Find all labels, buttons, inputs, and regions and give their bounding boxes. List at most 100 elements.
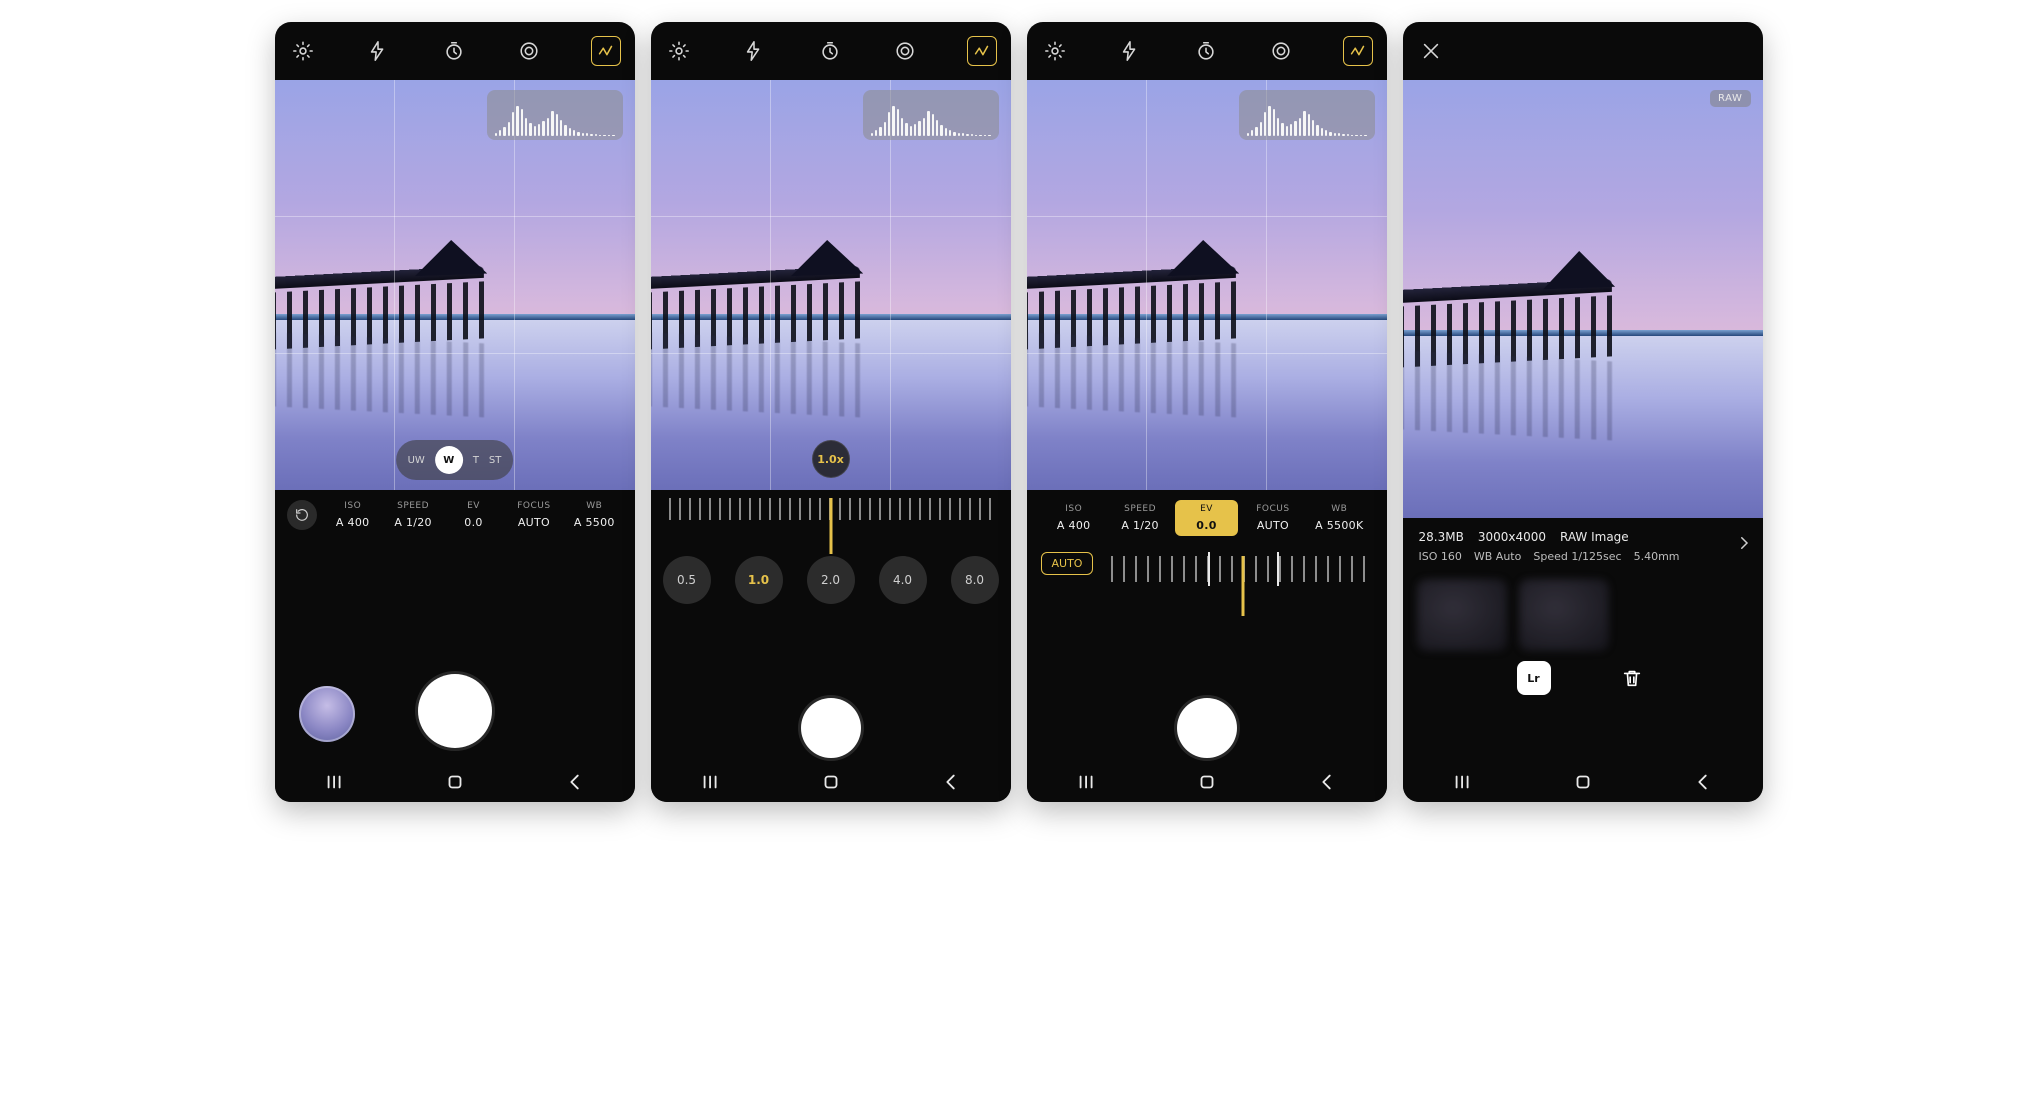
metering-icon[interactable] [515, 37, 543, 65]
home-icon[interactable] [1570, 769, 1596, 795]
viewfinder[interactable]: UW W T ST [275, 80, 635, 490]
recents-icon[interactable] [1074, 769, 1100, 795]
home-icon[interactable] [818, 769, 844, 795]
settings-gear-icon[interactable] [289, 37, 317, 65]
back-icon[interactable] [562, 769, 588, 795]
viewfinder[interactable]: 1.0x [651, 80, 1011, 490]
wb-readout[interactable]: WBA 5500 [566, 501, 622, 529]
histogram-toggle-icon[interactable] [1343, 36, 1373, 66]
image-type: RAW Image [1560, 530, 1629, 544]
zoom-8.0[interactable]: 8.0 [951, 556, 999, 604]
zoom-4.0[interactable]: 4.0 [879, 556, 927, 604]
reset-icon[interactable] [287, 500, 317, 530]
focus-readout[interactable]: FOCUSAUTO [1242, 504, 1304, 532]
home-icon[interactable] [442, 769, 468, 795]
viewfinder[interactable] [1027, 80, 1387, 490]
iso-readout[interactable]: ISOA 400 [1043, 504, 1105, 532]
zoom-needle[interactable] [829, 498, 832, 554]
histogram-toggle-icon[interactable] [967, 36, 997, 66]
shutter-button[interactable] [418, 674, 492, 748]
zoom-2.0[interactable]: 2.0 [807, 556, 855, 604]
flash-icon[interactable] [364, 37, 392, 65]
preview-thumb[interactable] [1519, 579, 1609, 651]
iso-readout[interactable]: ISOA 400 [325, 501, 381, 529]
lens-option-t[interactable]: T [473, 455, 479, 466]
zoom-presets: 0.5 1.0 2.0 4.0 8.0 [651, 556, 1011, 604]
photo-preview[interactable]: RAW [1403, 80, 1763, 518]
metering-icon[interactable] [1267, 37, 1295, 65]
composition-grid [275, 80, 635, 490]
lens-option-uw[interactable]: UW [408, 455, 425, 466]
last-shot-thumbnail[interactable] [299, 686, 355, 742]
info-iso: ISO 160 [1419, 550, 1462, 563]
lens-selector[interactable]: UW W T ST [396, 440, 514, 480]
composition-grid [651, 80, 1011, 490]
image-info-panel: 28.3MB 3000x4000 RAW Image ISO 160 WB Au… [1403, 518, 1763, 571]
timer-icon[interactable] [816, 37, 844, 65]
focus-readout[interactable]: FOCUSAUTO [506, 501, 562, 529]
four-phone-row: UW W T ST ISOA 400 SPEEDA 1/20 EV0.0 FOC… [0, 0, 2037, 824]
chevron-right-icon[interactable] [1735, 534, 1753, 556]
ev-readout[interactable]: EV0.0 [445, 501, 501, 529]
raw-badge: RAW [1710, 90, 1751, 107]
phone-zoom-selector: 1.0x 0.5 1.0 2.0 4.0 8.0 [651, 22, 1011, 802]
delete-icon[interactable] [1615, 661, 1649, 695]
recents-icon[interactable] [322, 769, 348, 795]
wb-readout[interactable]: WBA 5500K [1308, 504, 1370, 532]
open-lightroom-button[interactable]: Lr [1517, 661, 1551, 695]
back-icon[interactable] [938, 769, 964, 795]
info-focal: 5.40mm [1634, 550, 1680, 563]
phone-review: RAW 28.3MB 3000x4000 RAW Image ISO 160 W… [1403, 22, 1763, 802]
ev-needle[interactable] [1241, 556, 1244, 616]
shutter-button[interactable] [801, 698, 861, 758]
flash-icon[interactable] [1116, 37, 1144, 65]
zoom-ruler[interactable] [669, 498, 993, 538]
close-icon[interactable] [1417, 37, 1445, 65]
exposure-readouts: ISOA 400 SPEEDA 1/20 EV0.0 FOCUSAUTO WBA… [1027, 490, 1387, 540]
top-controls [1027, 22, 1387, 80]
zoom-panel: 0.5 1.0 2.0 4.0 8.0 [651, 490, 1011, 802]
android-navbar [651, 762, 1011, 802]
metering-icon[interactable] [891, 37, 919, 65]
top-controls [275, 22, 635, 80]
recents-icon[interactable] [1450, 769, 1476, 795]
histogram-overlay [863, 90, 999, 140]
review-topbar [1403, 22, 1763, 80]
review-actions: Lr [1403, 661, 1763, 695]
zoom-bubble[interactable]: 1.0x [812, 440, 850, 478]
speed-readout[interactable]: SPEEDA 1/20 [385, 501, 441, 529]
recents-icon[interactable] [698, 769, 724, 795]
exposure-readouts: ISOA 400 SPEEDA 1/20 EV0.0 FOCUSAUTO WBA… [275, 490, 635, 534]
back-icon[interactable] [1314, 769, 1340, 795]
shutter-button[interactable] [1177, 698, 1237, 758]
back-icon[interactable] [1690, 769, 1716, 795]
flash-icon[interactable] [740, 37, 768, 65]
speed-readout[interactable]: SPEEDA 1/20 [1109, 504, 1171, 532]
composition-grid [1027, 80, 1387, 490]
settings-gear-icon[interactable] [1041, 37, 1069, 65]
home-icon[interactable] [1194, 769, 1220, 795]
preview-thumb[interactable] [1417, 579, 1507, 651]
settings-gear-icon[interactable] [665, 37, 693, 65]
android-navbar [1027, 762, 1387, 802]
histogram-overlay [1239, 90, 1375, 140]
histogram-overlay [487, 90, 623, 140]
timer-icon[interactable] [1192, 37, 1220, 65]
phone-ev-adjust: ISOA 400 SPEEDA 1/20 EV0.0 FOCUSAUTO WBA… [1027, 22, 1387, 802]
histogram-toggle-icon[interactable] [591, 36, 621, 66]
ev-auto-button[interactable]: AUTO [1041, 552, 1094, 575]
android-navbar [275, 762, 635, 802]
info-speed: Speed 1/125sec [1533, 550, 1621, 563]
zoom-0.5[interactable]: 0.5 [663, 556, 711, 604]
image-dimensions: 3000x4000 [1478, 530, 1546, 544]
zoom-1.0[interactable]: 1.0 [735, 556, 783, 604]
info-wb: WB Auto [1474, 550, 1521, 563]
lens-option-st[interactable]: ST [489, 455, 501, 466]
ev-readout-active[interactable]: EV0.0 [1175, 500, 1237, 536]
file-size: 28.3MB [1419, 530, 1464, 544]
lens-option-w[interactable]: W [435, 446, 463, 474]
phone-camera-default: UW W T ST ISOA 400 SPEEDA 1/20 EV0.0 FOC… [275, 22, 635, 802]
top-controls [651, 22, 1011, 80]
timer-icon[interactable] [440, 37, 468, 65]
preview-strip[interactable] [1403, 571, 1763, 651]
